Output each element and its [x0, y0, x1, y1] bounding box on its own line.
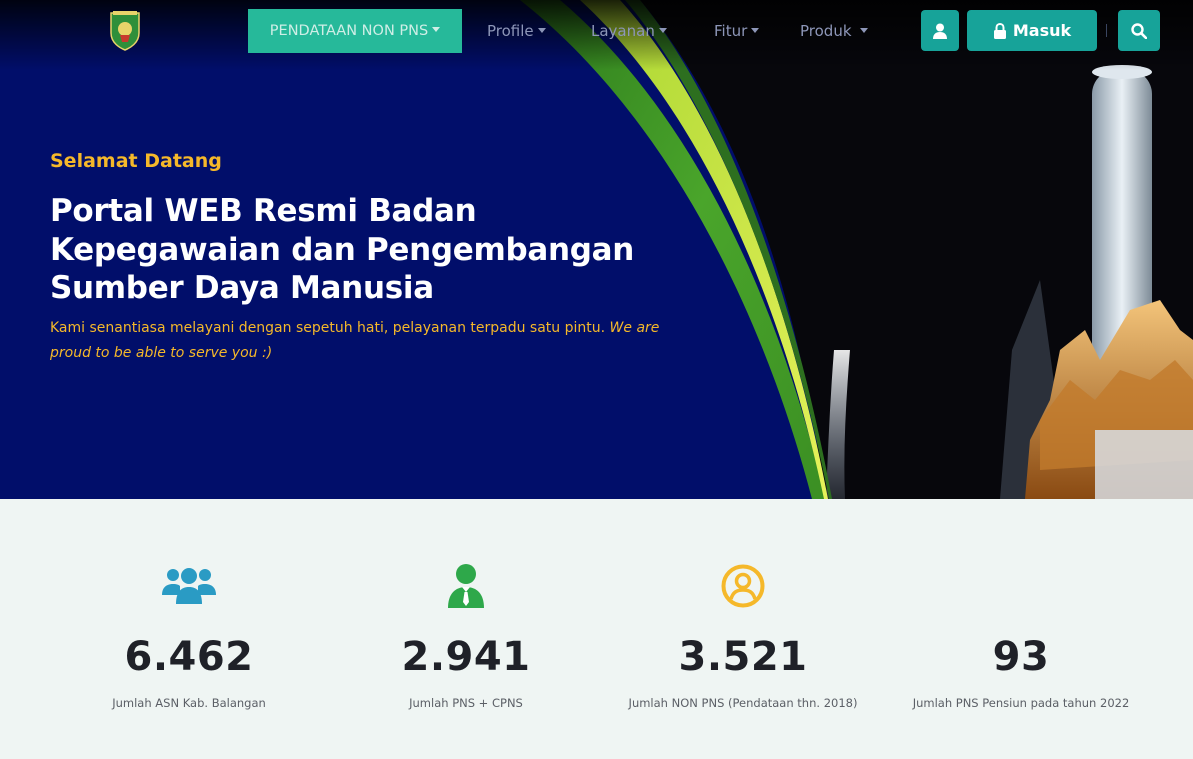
- chevron-down-icon: [537, 28, 546, 33]
- users-group-icon: [162, 568, 216, 604]
- hero-headline: Portal WEB Resmi Badan Kepegawaian dan P…: [50, 192, 690, 308]
- stat-asn: 6.462 Jumlah ASN Kab. Balangan: [59, 560, 319, 710]
- stat-pns: 2.941 Jumlah PNS + CPNS: [336, 560, 596, 710]
- chevron-down-icon: [859, 28, 868, 33]
- logo-emblem-icon[interactable]: [108, 9, 142, 51]
- stat-label: Jumlah NON PNS (Pendataan thn. 2018): [628, 696, 858, 710]
- nav-item-label: Profile: [487, 22, 534, 40]
- stat-non-pns: 3.521 Jumlah NON PNS (Pendataan thn. 201…: [613, 560, 873, 710]
- stat-number: 2.941: [401, 634, 531, 680]
- search-button[interactable]: [1118, 10, 1160, 51]
- nav-item-label: PENDATAAN NON PNS: [269, 23, 429, 39]
- navbar: PENDATAAN NON PNS Profile Layanan Fitur …: [0, 0, 1193, 60]
- nav-profile[interactable]: Profile: [487, 9, 546, 53]
- stat-pensiun: 93 Jumlah PNS Pensiun pada tahun 2022: [891, 560, 1151, 710]
- user-button[interactable]: [921, 10, 959, 51]
- stat-number: 93: [992, 634, 1050, 680]
- headline-line: Portal WEB Resmi Badan: [50, 193, 477, 229]
- stat-label: Jumlah PNS Pensiun pada tahun 2022: [912, 696, 1130, 710]
- login-button[interactable]: Masuk: [967, 10, 1097, 51]
- user-icon: [933, 23, 947, 39]
- chevron-down-icon: [751, 28, 760, 33]
- headline-line: Kepegawaian dan Pengembangan: [50, 231, 635, 268]
- hero-welcome: Selamat Datang: [50, 150, 222, 172]
- hero-tagline: Kami senantiasa melayani dengan sepetuh …: [50, 316, 700, 366]
- lock-icon: [993, 22, 1006, 39]
- stat-label: Jumlah ASN Kab. Balangan: [112, 696, 266, 710]
- tagline-text: Kami senantiasa melayani dengan sepetuh …: [50, 320, 606, 336]
- headline-line: Sumber Daya Manusia: [50, 270, 434, 306]
- nav-layanan[interactable]: Layanan: [591, 9, 667, 53]
- nav-item-label: Layanan: [591, 22, 655, 40]
- stat-number: 3.521: [678, 634, 808, 680]
- nav-produk[interactable]: Produk: [800, 9, 868, 53]
- search-icon: [1131, 22, 1147, 39]
- user-tie-icon: [448, 564, 484, 608]
- nav-item-label: Fitur: [714, 22, 748, 40]
- user-circle-icon: [721, 564, 765, 608]
- stat-number: 6.462: [124, 634, 254, 680]
- nav-item-label: Produk: [800, 22, 852, 40]
- nav-pendataan-non-pns[interactable]: PENDATAAN NON PNS: [248, 9, 462, 53]
- nav-fitur[interactable]: Fitur: [714, 9, 760, 53]
- chevron-down-icon: [432, 27, 441, 32]
- navbar-divider: [1106, 24, 1107, 37]
- login-label: Masuk: [1012, 21, 1072, 40]
- stat-label: Jumlah PNS + CPNS: [409, 696, 523, 710]
- chevron-down-icon: [658, 28, 667, 33]
